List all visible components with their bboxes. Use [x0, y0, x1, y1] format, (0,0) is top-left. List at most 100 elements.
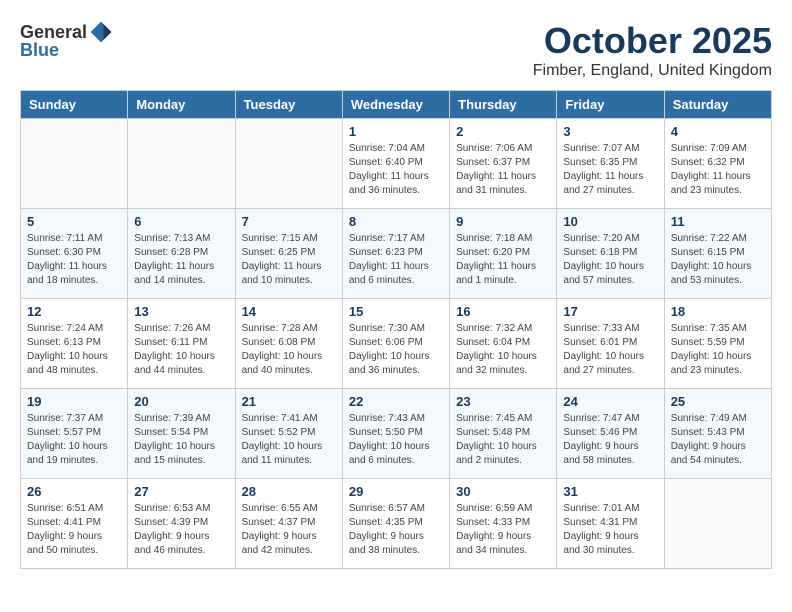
day-info: Sunrise: 7:26 AM Sunset: 6:11 PM Dayligh… — [134, 322, 228, 378]
calendar-cell: 4 Sunrise: 7:09 AM Sunset: 6:32 PM Daylig… — [664, 119, 771, 209]
day-info: Sunrise: 7:17 AM Sunset: 6:23 PM Dayligh… — [349, 232, 443, 288]
location: Fimber, England, United Kingdom — [533, 62, 772, 80]
day-info: Sunrise: 7:11 AM Sunset: 6:30 PM Dayligh… — [27, 232, 121, 288]
day-number: 3 — [563, 124, 657, 139]
week-row-1: 1 Sunrise: 7:04 AM Sunset: 6:40 PM Daylig… — [21, 119, 772, 209]
calendar-cell: 31 Sunrise: 7:01 AM Sunset: 4:31 PM Dayli… — [557, 479, 664, 569]
day-number: 8 — [349, 214, 443, 229]
day-number: 19 — [27, 394, 121, 409]
day-number: 20 — [134, 394, 228, 409]
calendar-cell: 6 Sunrise: 7:13 AM Sunset: 6:28 PM Daylig… — [128, 209, 235, 299]
day-info: Sunrise: 7:35 AM Sunset: 5:59 PM Dayligh… — [671, 322, 765, 378]
day-number: 31 — [563, 484, 657, 499]
calendar-cell: 5 Sunrise: 7:11 AM Sunset: 6:30 PM Daylig… — [21, 209, 128, 299]
header-thursday: Thursday — [450, 91, 557, 119]
calendar: SundayMondayTuesdayWednesdayThursdayFrid… — [20, 90, 772, 569]
day-number: 5 — [27, 214, 121, 229]
week-row-2: 5 Sunrise: 7:11 AM Sunset: 6:30 PM Daylig… — [21, 209, 772, 299]
calendar-cell: 16 Sunrise: 7:32 AM Sunset: 6:04 PM Dayli… — [450, 299, 557, 389]
day-number: 7 — [242, 214, 336, 229]
calendar-cell: 7 Sunrise: 7:15 AM Sunset: 6:25 PM Daylig… — [235, 209, 342, 299]
day-number: 10 — [563, 214, 657, 229]
day-number: 9 — [456, 214, 550, 229]
day-info: Sunrise: 7:47 AM Sunset: 5:46 PM Dayligh… — [563, 412, 657, 468]
day-info: Sunrise: 7:07 AM Sunset: 6:35 PM Dayligh… — [563, 142, 657, 198]
day-info: Sunrise: 7:06 AM Sunset: 6:37 PM Dayligh… — [456, 142, 550, 198]
header-friday: Friday — [557, 91, 664, 119]
header-tuesday: Tuesday — [235, 91, 342, 119]
day-number: 30 — [456, 484, 550, 499]
day-info: Sunrise: 7:24 AM Sunset: 6:13 PM Dayligh… — [27, 322, 121, 378]
calendar-cell: 11Sunrise: 7:22 AM Sunset: 6:15 PM Dayli… — [664, 209, 771, 299]
calendar-cell: 20 Sunrise: 7:39 AM Sunset: 5:54 PM Dayli… — [128, 389, 235, 479]
calendar-cell: 18 Sunrise: 7:35 AM Sunset: 5:59 PM Dayli… — [664, 299, 771, 389]
day-info: Sunrise: 7:04 AM Sunset: 6:40 PM Dayligh… — [349, 142, 443, 198]
calendar-cell: 21Sunrise: 7:41 AM Sunset: 5:52 PM Dayli… — [235, 389, 342, 479]
day-info: Sunrise: 7:37 AM Sunset: 5:57 PM Dayligh… — [27, 412, 121, 468]
calendar-cell: 27 Sunrise: 6:53 AM Sunset: 4:39 PM Dayli… — [128, 479, 235, 569]
week-row-3: 12Sunrise: 7:24 AM Sunset: 6:13 PM Dayli… — [21, 299, 772, 389]
day-info: Sunrise: 7:13 AM Sunset: 6:28 PM Dayligh… — [134, 232, 228, 288]
week-row-5: 26 Sunrise: 6:51 AM Sunset: 4:41 PM Dayli… — [21, 479, 772, 569]
calendar-cell: 24 Sunrise: 7:47 AM Sunset: 5:46 PM Dayli… — [557, 389, 664, 479]
day-number: 17 — [563, 304, 657, 319]
calendar-cell — [21, 119, 128, 209]
day-info: Sunrise: 7:32 AM Sunset: 6:04 PM Dayligh… — [456, 322, 550, 378]
day-number: 28 — [242, 484, 336, 499]
calendar-cell — [664, 479, 771, 569]
calendar-cell: 15 Sunrise: 7:30 AM Sunset: 6:06 PM Dayli… — [342, 299, 449, 389]
day-info: Sunrise: 7:30 AM Sunset: 6:06 PM Dayligh… — [349, 322, 443, 378]
day-info: Sunrise: 7:33 AM Sunset: 6:01 PM Dayligh… — [563, 322, 657, 378]
calendar-cell: 17 Sunrise: 7:33 AM Sunset: 6:01 PM Dayli… — [557, 299, 664, 389]
day-info: Sunrise: 7:15 AM Sunset: 6:25 PM Dayligh… — [242, 232, 336, 288]
day-number: 13 — [134, 304, 228, 319]
calendar-cell: 13 Sunrise: 7:26 AM Sunset: 6:11 PM Dayli… — [128, 299, 235, 389]
day-number: 21 — [242, 394, 336, 409]
day-number: 4 — [671, 124, 765, 139]
calendar-cell: 25Sunrise: 7:49 AM Sunset: 5:43 PM Dayli… — [664, 389, 771, 479]
day-number: 18 — [671, 304, 765, 319]
calendar-cell: 26 Sunrise: 6:51 AM Sunset: 4:41 PM Dayli… — [21, 479, 128, 569]
day-number: 29 — [349, 484, 443, 499]
logo-blue: Blue — [20, 40, 59, 61]
day-info: Sunrise: 6:55 AM Sunset: 4:37 PM Dayligh… — [242, 502, 336, 558]
day-number: 15 — [349, 304, 443, 319]
logo-icon — [89, 20, 113, 44]
calendar-cell: 22Sunrise: 7:43 AM Sunset: 5:50 PM Dayli… — [342, 389, 449, 479]
calendar-cell: 10Sunrise: 7:20 AM Sunset: 6:18 PM Dayli… — [557, 209, 664, 299]
calendar-cell — [128, 119, 235, 209]
day-info: Sunrise: 6:57 AM Sunset: 4:35 PM Dayligh… — [349, 502, 443, 558]
header-monday: Monday — [128, 91, 235, 119]
day-number: 24 — [563, 394, 657, 409]
calendar-cell: 29 Sunrise: 6:57 AM Sunset: 4:35 PM Dayli… — [342, 479, 449, 569]
header-saturday: Saturday — [664, 91, 771, 119]
logo: General Blue — [20, 20, 113, 61]
calendar-cell: 9Sunrise: 7:18 AM Sunset: 6:20 PM Daylig… — [450, 209, 557, 299]
week-row-4: 19 Sunrise: 7:37 AM Sunset: 5:57 PM Dayli… — [21, 389, 772, 479]
day-number: 2 — [456, 124, 550, 139]
day-info: Sunrise: 7:39 AM Sunset: 5:54 PM Dayligh… — [134, 412, 228, 468]
calendar-cell: 2 Sunrise: 7:06 AM Sunset: 6:37 PM Daylig… — [450, 119, 557, 209]
day-info: Sunrise: 7:49 AM Sunset: 5:43 PM Dayligh… — [671, 412, 765, 468]
calendar-cell: 28 Sunrise: 6:55 AM Sunset: 4:37 PM Dayli… — [235, 479, 342, 569]
calendar-cell: 12Sunrise: 7:24 AM Sunset: 6:13 PM Dayli… — [21, 299, 128, 389]
day-info: Sunrise: 7:45 AM Sunset: 5:48 PM Dayligh… — [456, 412, 550, 468]
day-info: Sunrise: 7:09 AM Sunset: 6:32 PM Dayligh… — [671, 142, 765, 198]
title-block: October 2025 Fimber, England, United Kin… — [533, 20, 772, 80]
day-number: 6 — [134, 214, 228, 229]
header-wednesday: Wednesday — [342, 91, 449, 119]
day-number: 26 — [27, 484, 121, 499]
day-number: 1 — [349, 124, 443, 139]
calendar-cell: 30Sunrise: 6:59 AM Sunset: 4:33 PM Dayli… — [450, 479, 557, 569]
calendar-header-row: SundayMondayTuesdayWednesdayThursdayFrid… — [21, 91, 772, 119]
calendar-cell: 14Sunrise: 7:28 AM Sunset: 6:08 PM Dayli… — [235, 299, 342, 389]
day-number: 27 — [134, 484, 228, 499]
header-sunday: Sunday — [21, 91, 128, 119]
day-number: 16 — [456, 304, 550, 319]
day-info: Sunrise: 6:51 AM Sunset: 4:41 PM Dayligh… — [27, 502, 121, 558]
day-info: Sunrise: 7:01 AM Sunset: 4:31 PM Dayligh… — [563, 502, 657, 558]
day-info: Sunrise: 6:53 AM Sunset: 4:39 PM Dayligh… — [134, 502, 228, 558]
calendar-cell: 3 Sunrise: 7:07 AM Sunset: 6:35 PM Daylig… — [557, 119, 664, 209]
day-number: 22 — [349, 394, 443, 409]
day-number: 23 — [456, 394, 550, 409]
